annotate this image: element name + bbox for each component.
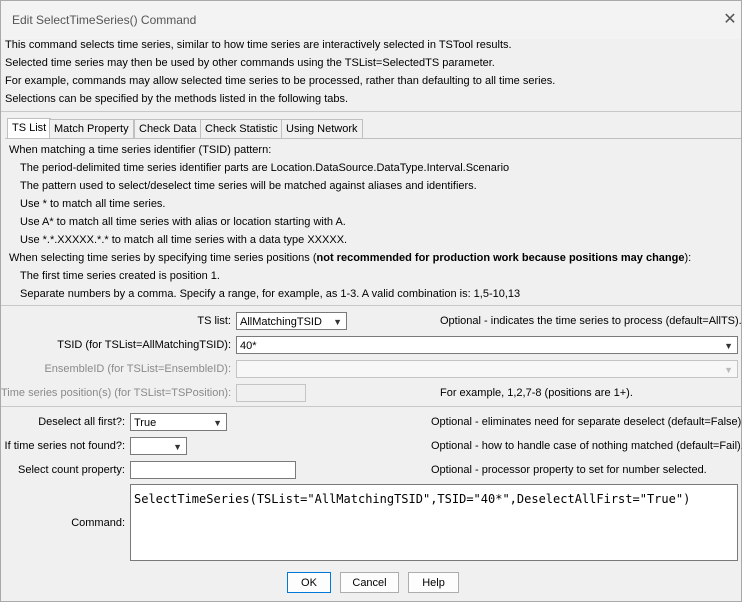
panel-text-positions: When selecting time series by specifying… <box>9 252 692 264</box>
panel-text: The period-delimited time series identif… <box>20 162 510 174</box>
tab-panel: When matching a time series identifier (… <box>5 138 741 305</box>
select-count-property-label: Select count property: <box>17 464 125 476</box>
chevron-down-icon: ▼ <box>333 317 342 327</box>
description-line-1: This command selects time series, simila… <box>5 39 512 51</box>
chevron-down-icon: ▼ <box>724 365 733 375</box>
tab-using-network[interactable]: Using Network <box>281 119 363 138</box>
tab-check-statistic[interactable]: Check Statistic <box>200 119 283 138</box>
ok-button[interactable]: OK <box>287 572 331 593</box>
dialog-window: Edit SelectTimeSeries() Command ✕ This c… <box>0 0 742 602</box>
window-title: Edit SelectTimeSeries() Command <box>12 13 197 27</box>
ts-position-input[interactable] <box>236 384 306 402</box>
tab-match-property[interactable]: Match Property <box>49 119 134 138</box>
if-not-found-note: Optional - how to handle case of nothing… <box>431 440 742 452</box>
deselect-all-first-label: Deselect all first?: <box>38 416 125 428</box>
deselect-all-first-select[interactable]: True ▼ <box>130 413 227 431</box>
tab-ts-list[interactable]: TS List <box>7 118 52 139</box>
command-text-area[interactable]: SelectTimeSeries(TSList="AllMatchingTSID… <box>130 484 738 561</box>
select-count-property-note: Optional - processor property to set for… <box>431 464 707 476</box>
separator <box>1 111 741 112</box>
select-count-property-input[interactable] <box>130 461 296 479</box>
ts-position-label: Time series position(s) (for TSList=TSPo… <box>1 387 232 399</box>
command-label: Command: <box>71 517 125 529</box>
ts-list-select[interactable]: AllMatchingTSID ▼ <box>236 312 347 330</box>
ensemble-id-label: EnsembleID (for TSList=EnsembleID): <box>44 363 231 375</box>
panel-text: Use *.*.XXXXX.*.* to match all time seri… <box>20 234 348 246</box>
panel-text: Use * to match all time series. <box>20 198 166 210</box>
if-not-found-select[interactable]: ▼ <box>130 437 187 455</box>
panel-text: The pattern used to select/deselect time… <box>20 180 477 192</box>
chevron-down-icon: ▼ <box>213 418 222 428</box>
close-icon[interactable]: ✕ <box>719 10 741 30</box>
deselect-all-first-note: Optional - eliminates need for separate … <box>431 416 742 428</box>
chevron-down-icon: ▼ <box>724 341 733 351</box>
ts-position-note: For example, 1,2,7-8 (positions are 1+). <box>440 387 633 399</box>
panel-text: Use A* to match all time series with ali… <box>20 216 346 228</box>
description-line-4: Selections can be specified by the metho… <box>5 93 349 105</box>
tsid-input[interactable]: 40* ▼ <box>236 336 738 354</box>
ts-list-label: TS list: <box>197 315 231 327</box>
ensemble-id-select[interactable]: ▼ <box>236 360 738 378</box>
description-line-3: For example, commands may allow selected… <box>5 75 556 87</box>
description-line-2: Selected time series may then be used by… <box>5 57 495 69</box>
panel-text: When matching a time series identifier (… <box>9 144 272 156</box>
panel-text: Separate numbers by a comma. Specify a r… <box>20 288 521 300</box>
panel-text: The first time series created is positio… <box>20 270 220 282</box>
separator <box>1 406 741 407</box>
separator <box>1 305 741 306</box>
cancel-button[interactable]: Cancel <box>340 572 399 593</box>
ts-list-note: Optional - indicates the time series to … <box>440 315 742 327</box>
title-bar: Edit SelectTimeSeries() Command ✕ <box>1 1 741 39</box>
help-button[interactable]: Help <box>408 572 459 593</box>
tsid-label: TSID (for TSList=AllMatchingTSID): <box>57 339 231 351</box>
if-not-found-label: If time series not found?: <box>4 440 125 452</box>
tab-check-data[interactable]: Check Data <box>134 119 202 138</box>
chevron-down-icon: ▼ <box>173 442 182 452</box>
